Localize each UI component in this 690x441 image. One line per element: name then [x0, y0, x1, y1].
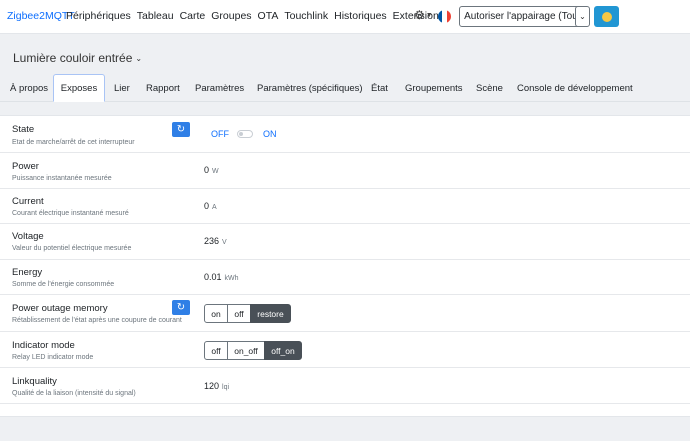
- chevron-down-icon: ⌄: [135, 54, 143, 63]
- expose-name: Power: [12, 161, 39, 172]
- flag-stripe-red: [446, 10, 451, 23]
- tab-settings-specific[interactable]: Paramètres (spécifiques): [257, 75, 363, 102]
- expose-description: Qualité de la liaison (intensité du sign…: [12, 390, 136, 397]
- linkquality-unit: lqi: [222, 384, 230, 391]
- expose-name: Power outage memory: [12, 303, 108, 314]
- expose-description: Puissance instantanée mesurée: [12, 175, 112, 182]
- state-toggle-group: OFF ON: [211, 129, 277, 139]
- nav-link-touchlink[interactable]: Touchlink: [284, 10, 328, 22]
- permit-join-dropdown-toggle[interactable]: ⌄: [575, 6, 590, 27]
- expose-row-state: State Etat de marche/arrêt de cet interr…: [0, 116, 690, 153]
- option-off[interactable]: off: [227, 304, 251, 323]
- tab-dev-console[interactable]: Console de développement: [517, 75, 633, 102]
- linkquality-value: 120: [204, 381, 220, 391]
- nav-links: Périphériques Tableau Carte Groupes OTA …: [66, 10, 450, 22]
- nav-link-dashboard[interactable]: Tableau: [137, 10, 174, 22]
- option-off[interactable]: off: [204, 341, 228, 360]
- power-unit: W: [212, 168, 219, 175]
- option-on[interactable]: on: [204, 304, 228, 323]
- tab-bind[interactable]: Lier: [114, 75, 130, 102]
- expose-description: Somme de l'énergie consommée: [12, 281, 115, 288]
- current-unit: A: [212, 204, 217, 211]
- tab-about[interactable]: À propos: [10, 75, 48, 102]
- expose-value: 0.01 kWh: [204, 272, 239, 282]
- state-off-label[interactable]: OFF: [211, 129, 229, 139]
- power-outage-memory-options: on off restore: [204, 304, 291, 323]
- expose-row-voltage: Voltage Valeur du potentiel électrique m…: [0, 224, 690, 260]
- refresh-button[interactable]: ↻: [172, 300, 190, 315]
- gear-icon: ⚙: [414, 8, 425, 22]
- device-selector[interactable]: Lumière couloir entrée ⌄: [13, 51, 142, 65]
- tab-scene[interactable]: Scène: [476, 75, 503, 102]
- current-value: 0: [204, 201, 210, 211]
- nav-link-groups[interactable]: Groupes: [211, 10, 251, 22]
- expose-value: 120 lqi: [204, 381, 229, 391]
- expose-name: Voltage: [12, 231, 44, 242]
- expose-row-current: Current Courant électrique instantané me…: [0, 189, 690, 224]
- brand-link[interactable]: Zigbee2MQTT: [7, 10, 75, 22]
- refresh-button[interactable]: ↻: [172, 122, 190, 137]
- chevron-down-icon: ⌄: [579, 12, 586, 21]
- expose-description: Valeur du potentiel électrique mesurée: [12, 245, 132, 252]
- expose-row-linkquality: Linkquality Qualité de la liaison (inten…: [0, 368, 690, 404]
- expose-name: Current: [12, 196, 44, 207]
- expose-value: 236 V: [204, 236, 227, 246]
- expose-description: Etat de marche/arrêt de cet interrupteur: [12, 139, 135, 146]
- energy-value: 0.01: [204, 272, 222, 282]
- settings-menu[interactable]: ⚙▼: [414, 8, 433, 22]
- exposes-panel: State Etat de marche/arrêt de cet interr…: [0, 115, 690, 417]
- expose-name: Indicator mode: [12, 340, 75, 351]
- expose-row-indicator-mode: Indicator mode Relay LED indicator mode …: [0, 332, 690, 368]
- nav-link-logs[interactable]: Historiques: [334, 10, 387, 22]
- device-tabs: À propos Exposes Lier Rapport Paramètres…: [0, 74, 690, 102]
- expose-row-power-outage-memory: Power outage memory Rétablissement de l'…: [0, 295, 690, 332]
- tab-groups[interactable]: Groupements: [405, 75, 463, 102]
- tab-reporting[interactable]: Rapport: [146, 75, 180, 102]
- power-value: 0: [204, 165, 210, 175]
- expose-value: 0W: [204, 165, 219, 175]
- expose-description: Relay LED indicator mode: [12, 354, 94, 361]
- expose-description: Courant électrique instantané mesuré: [12, 210, 129, 217]
- top-navbar: Zigbee2MQTT Périphériques Tableau Carte …: [0, 0, 690, 34]
- nav-link-devices[interactable]: Périphériques: [66, 10, 131, 22]
- device-title: Lumière couloir entrée: [13, 51, 133, 65]
- caret-down-icon: ▼: [425, 12, 433, 19]
- expose-value: 0A: [204, 201, 217, 211]
- tab-settings[interactable]: Paramètres: [195, 75, 244, 102]
- language-flag-icon[interactable]: [438, 10, 451, 23]
- refresh-icon: ↻: [176, 124, 186, 135]
- smiley-icon: [601, 11, 612, 22]
- nav-link-map[interactable]: Carte: [180, 10, 206, 22]
- option-on-off[interactable]: on_off: [227, 341, 265, 360]
- expose-name: Linkquality: [12, 376, 57, 387]
- option-off-on[interactable]: off_on: [264, 341, 302, 360]
- expose-description: Rétablissement de l'état après une coupu…: [12, 317, 182, 324]
- expose-name: State: [12, 124, 35, 135]
- tab-exposes[interactable]: Exposes: [53, 74, 105, 102]
- voltage-value: 236: [204, 236, 220, 246]
- voltage-unit: V: [222, 239, 227, 246]
- refresh-icon: ↻: [176, 302, 186, 313]
- state-toggle-switch[interactable]: [237, 130, 253, 138]
- permit-join-button[interactable]: Autoriser l'appairage (Tout): [459, 6, 589, 27]
- expose-row-power: Power Puissance instantanée mesurée 0W: [0, 153, 690, 189]
- state-on-label[interactable]: ON: [263, 129, 277, 139]
- permit-join-status-button[interactable]: [594, 6, 619, 27]
- tab-state[interactable]: État: [371, 75, 388, 102]
- indicator-mode-options: off on_off off_on: [204, 341, 302, 360]
- expose-row-energy: Energy Somme de l'énergie consommée 0.01…: [0, 260, 690, 295]
- option-restore[interactable]: restore: [250, 304, 291, 323]
- nav-link-ota[interactable]: OTA: [258, 10, 279, 22]
- energy-unit: kWh: [224, 275, 239, 282]
- expose-name: Energy: [12, 267, 43, 278]
